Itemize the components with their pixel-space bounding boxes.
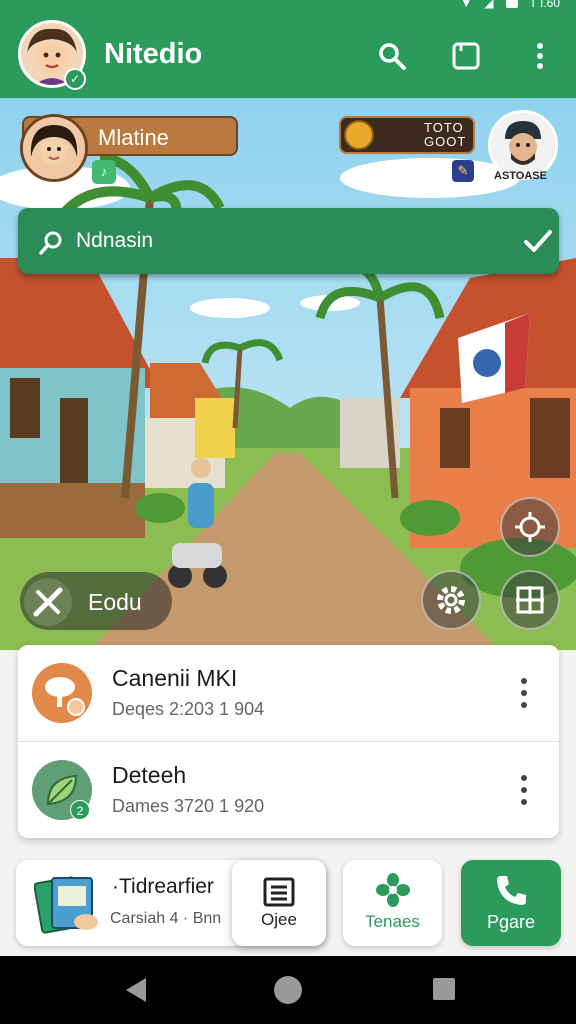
garden-button-label: Tenaes (365, 912, 420, 931)
overflow-menu-button[interactable] (520, 36, 560, 76)
list-item-subtitle: Dames 3720 1 920 (112, 796, 265, 816)
grid-button[interactable] (500, 570, 560, 630)
score-line-2: GOOT (424, 134, 467, 149)
edit-badge-icon[interactable]: ✎ (452, 160, 474, 182)
verified-badge-icon: ✓ (64, 68, 86, 90)
clover-icon (376, 873, 410, 907)
phone-icon (497, 876, 526, 905)
tools-icon (24, 578, 72, 626)
signal-icon: ◢ (484, 0, 494, 10)
list-item[interactable]: Canenii MKI Deqes 2:203 1 904 (18, 645, 559, 741)
list-item-title: Canenii MKI (112, 665, 238, 691)
list-item-subtitle: Deqes 2:203 1 904 (112, 699, 265, 719)
village-illustration (0, 98, 576, 650)
more-vert-icon[interactable] (514, 772, 534, 808)
count-badge: 2 (70, 800, 90, 820)
doc-button-label: Ojee (261, 910, 297, 929)
search-icon (379, 43, 406, 70)
check-icon[interactable] (522, 226, 554, 256)
grid-icon (516, 586, 544, 614)
user-avatar[interactable] (20, 114, 88, 182)
list-item-title: Deteeh (112, 762, 187, 788)
search-input[interactable]: Ndnasin (76, 229, 153, 253)
story-card-title: ·Tidrearfier (112, 875, 214, 898)
status-time: T I.60 (529, 0, 560, 10)
document-icon (263, 877, 295, 907)
hero-scene (0, 98, 576, 650)
score-line-1: TOTO (424, 120, 464, 135)
back-icon[interactable] (124, 976, 150, 1004)
more-vert-icon (537, 43, 543, 69)
home-icon[interactable] (272, 974, 304, 1006)
gear-icon (437, 586, 465, 614)
score-text: TOTO GOOT (424, 121, 466, 149)
settings-button[interactable] (421, 570, 481, 630)
more-vert-icon[interactable] (514, 675, 534, 711)
recents-icon[interactable] (432, 977, 456, 1001)
user-name-label: Mlatine (98, 125, 169, 150)
garden-button[interactable]: Tenaes (343, 860, 442, 946)
search-bar[interactable]: Ndnasin (18, 208, 559, 274)
edit-pill-label: Eodu (88, 589, 142, 615)
story-card-subtitle: Carsiah 4 · Bnn (110, 910, 222, 927)
location-button[interactable] (500, 497, 560, 557)
call-button[interactable]: Pgare (461, 860, 561, 946)
target-icon (515, 512, 545, 542)
battery-icon (505, 0, 518, 8)
search-icon (39, 231, 62, 255)
status-icons: ▼ ◢ T I.60 (460, 0, 560, 9)
activity-list: Canenii MKI Deqes 2:203 1 904 2 Deteeh D… (18, 645, 559, 838)
system-nav-bar (0, 956, 576, 1024)
books-icon (34, 876, 98, 934)
list-item[interactable]: 2 Deteeh Dames 3720 1 920 (18, 741, 559, 837)
call-button-label: Pgare (486, 912, 536, 932)
wifi-icon: ▼ (460, 0, 473, 10)
search-button[interactable] (372, 36, 412, 76)
tabs-button[interactable] (446, 36, 486, 76)
tree-icon (32, 663, 92, 723)
friend-tag: ASTOASE (494, 170, 547, 182)
app-title: Nitedio (104, 38, 203, 70)
user-status-badge-icon: ♪ (92, 160, 116, 184)
tab-icon (452, 42, 480, 70)
app-bar: ✓ Nitedio (0, 14, 576, 98)
coin-icon (344, 120, 374, 150)
status-bar: ▼ ◢ T I.60 (0, 0, 576, 14)
doc-button[interactable]: Ojee (232, 860, 326, 946)
